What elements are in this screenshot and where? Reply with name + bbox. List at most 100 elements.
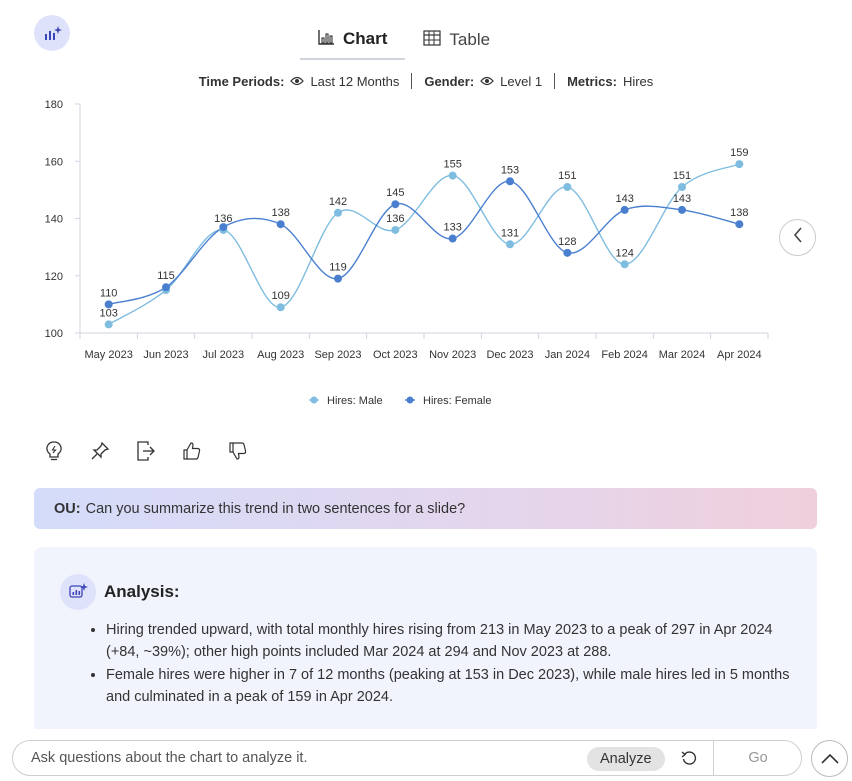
- thumbs-down-icon: [229, 442, 247, 460]
- data-label: 110: [100, 287, 118, 299]
- user-question-bubble: OU: Can you summarize this trend in two …: [34, 488, 817, 529]
- filter-divider: [411, 73, 413, 89]
- question-text: Can you summarize this trend in two sent…: [85, 500, 466, 517]
- data-point[interactable]: [506, 177, 514, 186]
- go-button[interactable]: Go: [714, 741, 802, 775]
- hires-line-chart: 100 120 140 160 180 May 2023 Jun 2023 Jul 2023 A…: [45, 99, 769, 407]
- time-periods-value[interactable]: Last 12 Months: [310, 74, 399, 89]
- metrics-value[interactable]: Hires: [623, 74, 653, 89]
- x-tick-label: Jun 2023: [143, 349, 188, 361]
- data-point[interactable]: [620, 260, 629, 269]
- data-point[interactable]: [448, 171, 457, 180]
- data-point[interactable]: [620, 205, 629, 214]
- thumbs-up-button[interactable]: [182, 440, 202, 462]
- data-label: 103: [99, 307, 117, 319]
- series-line: [108, 163, 740, 326]
- chart-action-bar: [44, 440, 248, 462]
- time-periods-label: Time Periods:: [198, 73, 285, 89]
- data-label: 115: [157, 270, 175, 282]
- x-tick-label: Feb 2024: [601, 349, 647, 361]
- collapse-panel-button[interactable]: [779, 219, 816, 256]
- data-label: 136: [386, 213, 404, 225]
- data-label: 133: [443, 222, 461, 234]
- data-point[interactable]: [276, 220, 285, 229]
- data-label: 138: [730, 207, 748, 219]
- y-tick-label: 140: [45, 214, 63, 226]
- data-point[interactable]: [448, 234, 457, 243]
- analysis-title: Analysis:: [104, 582, 180, 601]
- data-label: 119: [329, 262, 347, 274]
- data-point[interactable]: [334, 208, 342, 217]
- x-tick-label: Oct 2023: [373, 349, 418, 361]
- tab-table[interactable]: Table: [405, 14, 508, 60]
- data-point[interactable]: [563, 248, 572, 257]
- data-label: 143: [673, 193, 691, 205]
- tab-table-label: Table: [449, 30, 491, 49]
- data-label: 136: [214, 213, 232, 225]
- export-icon: [137, 441, 155, 461]
- data-point[interactable]: [735, 160, 744, 169]
- y-tick-label: 160: [45, 156, 63, 168]
- y-tick-label: 180: [45, 99, 63, 111]
- data-point[interactable]: [391, 225, 400, 234]
- data-label: 124: [615, 247, 633, 259]
- x-tick-label: Jul 2023: [203, 349, 245, 361]
- data-point[interactable]: [334, 274, 342, 283]
- analysis-points: Hiring trended upward, with total monthl…: [106, 619, 806, 709]
- data-point[interactable]: [162, 283, 170, 292]
- chevron-left-icon: [793, 227, 803, 248]
- data-point[interactable]: [506, 240, 514, 249]
- data-label: 138: [271, 207, 289, 219]
- tab-chart[interactable]: Chart: [300, 14, 406, 60]
- data-label: 145: [386, 187, 404, 199]
- eye-icon[interactable]: [480, 76, 494, 86]
- data-label: 151: [673, 170, 691, 182]
- refresh-icon: [681, 751, 697, 765]
- x-tick-label: Mar 2024: [659, 349, 705, 361]
- x-tick-label: Jan 2024: [545, 349, 590, 361]
- data-point[interactable]: [391, 200, 400, 209]
- y-tick-label: 100: [45, 328, 63, 340]
- data-point[interactable]: [735, 220, 744, 229]
- metrics-label: Metrics:: [567, 73, 617, 89]
- question-input[interactable]: [31, 750, 571, 766]
- data-point[interactable]: [104, 320, 113, 329]
- legend-label: Hires: Male: [327, 395, 383, 407]
- data-label: 151: [558, 170, 576, 182]
- chart-assistant-panel: Chart Table Time Periods: Last 12 Months…: [0, 0, 852, 781]
- gender-value[interactable]: Level 1: [500, 74, 542, 89]
- x-tick-label: May 2023: [85, 349, 133, 361]
- lightbulb-icon: [46, 441, 62, 461]
- pin-button[interactable]: [90, 440, 110, 462]
- analysis-card: Analysis: Hiring trended upward, with to…: [34, 547, 817, 737]
- scroll-up-button[interactable]: [811, 740, 848, 777]
- bar-chart-icon: [318, 29, 335, 50]
- legend-swatch[interactable]: [310, 396, 318, 404]
- data-label: 143: [615, 193, 633, 205]
- data-point[interactable]: [678, 205, 686, 214]
- data-point[interactable]: [563, 183, 572, 192]
- refresh-button[interactable]: [677, 747, 701, 771]
- data-point[interactable]: [678, 183, 686, 192]
- legend-swatch[interactable]: [406, 396, 414, 404]
- question-input-container: Analyze Go: [12, 740, 802, 776]
- data-label: 142: [329, 196, 347, 208]
- x-tick-label: Nov 2023: [429, 349, 476, 361]
- ai-analysis-icon: [60, 574, 96, 610]
- question-author: OU:: [54, 500, 81, 517]
- table-icon: [423, 29, 442, 51]
- data-point[interactable]: [276, 303, 285, 312]
- data-label: 159: [730, 147, 748, 159]
- eye-icon[interactable]: [290, 76, 305, 86]
- thumbs-down-button[interactable]: [228, 440, 248, 462]
- analysis-point: Hiring trended upward, with total monthl…: [106, 619, 806, 663]
- analyze-button[interactable]: Analyze: [587, 747, 665, 771]
- gender-label: Gender:: [424, 73, 475, 89]
- data-label: 153: [501, 164, 519, 176]
- tab-chart-label: Chart: [343, 29, 388, 48]
- thumbs-up-icon: [183, 442, 201, 460]
- insight-bulb-button[interactable]: [44, 440, 64, 462]
- export-button[interactable]: [136, 440, 156, 462]
- input-bar: Analyze Go: [0, 729, 852, 781]
- data-label: 131: [501, 227, 519, 239]
